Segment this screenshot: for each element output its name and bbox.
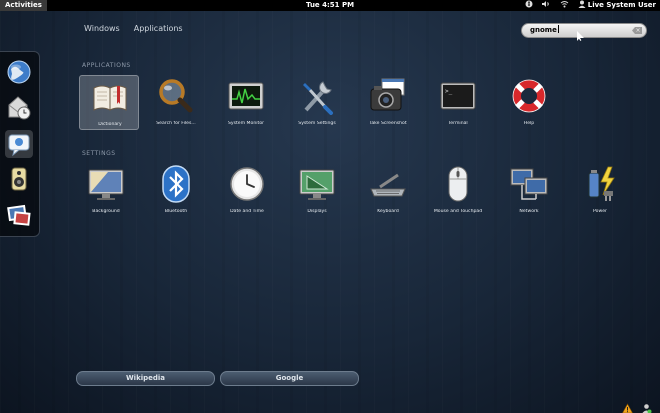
user-name: Live System User xyxy=(587,1,656,9)
setting-date-time[interactable]: Date and Time xyxy=(217,163,277,218)
accessibility-icon[interactable] xyxy=(525,0,533,12)
speaker-icon xyxy=(11,167,27,191)
search-files-icon xyxy=(159,79,193,113)
setting-bluetooth[interactable]: Bluetooth xyxy=(146,163,206,218)
setting-label: Keyboard xyxy=(377,209,399,214)
app-label: Help xyxy=(523,121,535,126)
setting-background[interactable]: Background xyxy=(76,163,136,218)
dictionary-icon xyxy=(93,85,127,111)
chat-icon xyxy=(8,134,30,157)
setting-displays[interactable]: Displays xyxy=(287,163,347,218)
dash-item-shotwell[interactable] xyxy=(5,202,33,230)
setting-label: Network xyxy=(519,209,539,214)
top-panel: Activities Tue 4:51 PM Live System User xyxy=(0,0,660,11)
displays-icon xyxy=(299,169,335,200)
volume-icon[interactable] xyxy=(541,0,551,12)
app-label: System Settings xyxy=(298,121,336,126)
dash-item-messaging[interactable] xyxy=(5,130,33,158)
globe-icon xyxy=(7,60,31,84)
text-caret xyxy=(557,25,559,33)
app-label: Search for Files... xyxy=(156,121,196,126)
search-input[interactable]: gnome × xyxy=(521,23,647,38)
setting-keyboard[interactable]: Keyboard xyxy=(358,163,418,218)
help-icon xyxy=(512,79,546,113)
message-tray xyxy=(622,399,652,413)
app-system-monitor[interactable]: System Monitor xyxy=(216,75,276,130)
app-search-files[interactable]: Search for Files... xyxy=(146,75,206,130)
user-status-icon xyxy=(578,0,586,12)
warning-icon[interactable] xyxy=(622,399,633,413)
terminal-icon: >_ xyxy=(440,82,476,110)
wikipedia-button[interactable]: Wikipedia xyxy=(76,371,215,386)
app-terminal[interactable]: >_ Terminal xyxy=(428,75,488,130)
svg-text:>_: >_ xyxy=(445,88,453,95)
activities-button[interactable]: Activities xyxy=(0,0,47,11)
app-label: System Monitor xyxy=(227,121,265,126)
setting-label: Power xyxy=(593,209,607,214)
app-take-screenshot[interactable]: Take Screenshot xyxy=(358,75,418,130)
photos-icon xyxy=(7,204,31,226)
setting-mouse-touchpad[interactable]: Mouse and Touchpad xyxy=(428,163,488,218)
tab-windows[interactable]: Windows xyxy=(84,24,120,33)
app-help[interactable]: Help xyxy=(499,75,559,130)
dash-item-empathy[interactable] xyxy=(5,93,33,121)
google-button[interactable]: Google xyxy=(220,371,359,386)
clear-icon[interactable]: × xyxy=(632,27,642,34)
background-icon xyxy=(88,169,124,200)
user-icon[interactable] xyxy=(641,399,652,413)
setting-label: Background xyxy=(92,209,120,214)
setting-network[interactable]: Network xyxy=(499,163,559,218)
mouse-icon xyxy=(448,166,468,202)
system-settings-icon xyxy=(303,81,333,115)
screenshot-icon xyxy=(370,78,405,111)
setting-label: Date and Time xyxy=(230,209,264,214)
clock[interactable]: Tue 4:51 PM xyxy=(306,1,354,9)
app-dictionary[interactable]: Dictionary xyxy=(79,75,139,130)
setting-label: Mouse and Touchpad xyxy=(433,209,483,214)
keyboard-icon xyxy=(370,173,406,197)
settings-heading: SETTINGS xyxy=(82,150,116,157)
app-label: Dictionary xyxy=(98,122,122,127)
setting-label: Bluetooth xyxy=(164,209,188,214)
setting-power[interactable]: Power xyxy=(570,163,630,218)
app-label: Terminal xyxy=(448,121,468,126)
tab-applications[interactable]: Applications xyxy=(134,24,183,33)
mail-clock-icon xyxy=(8,96,31,120)
system-tray: Live System User xyxy=(525,0,656,11)
search-value: gnome xyxy=(530,26,557,34)
power-icon xyxy=(588,166,615,201)
bluetooth-icon xyxy=(162,165,190,203)
app-label: Take Screenshot xyxy=(369,121,407,126)
dash-item-rhythmbox[interactable] xyxy=(5,165,33,193)
dash xyxy=(0,51,40,237)
applications-heading: APPLICATIONS xyxy=(82,62,131,69)
clock-icon xyxy=(230,167,264,201)
dash-item-web-browser[interactable] xyxy=(5,58,33,86)
user-menu[interactable]: Live System User xyxy=(578,0,656,12)
app-system-settings[interactable]: System Settings xyxy=(287,75,347,130)
system-monitor-icon xyxy=(228,82,264,110)
view-selector: Windows Applications xyxy=(84,24,183,33)
network-wireless-icon[interactable] xyxy=(560,0,569,12)
network-icon xyxy=(510,168,548,200)
setting-label: Displays xyxy=(307,209,327,214)
